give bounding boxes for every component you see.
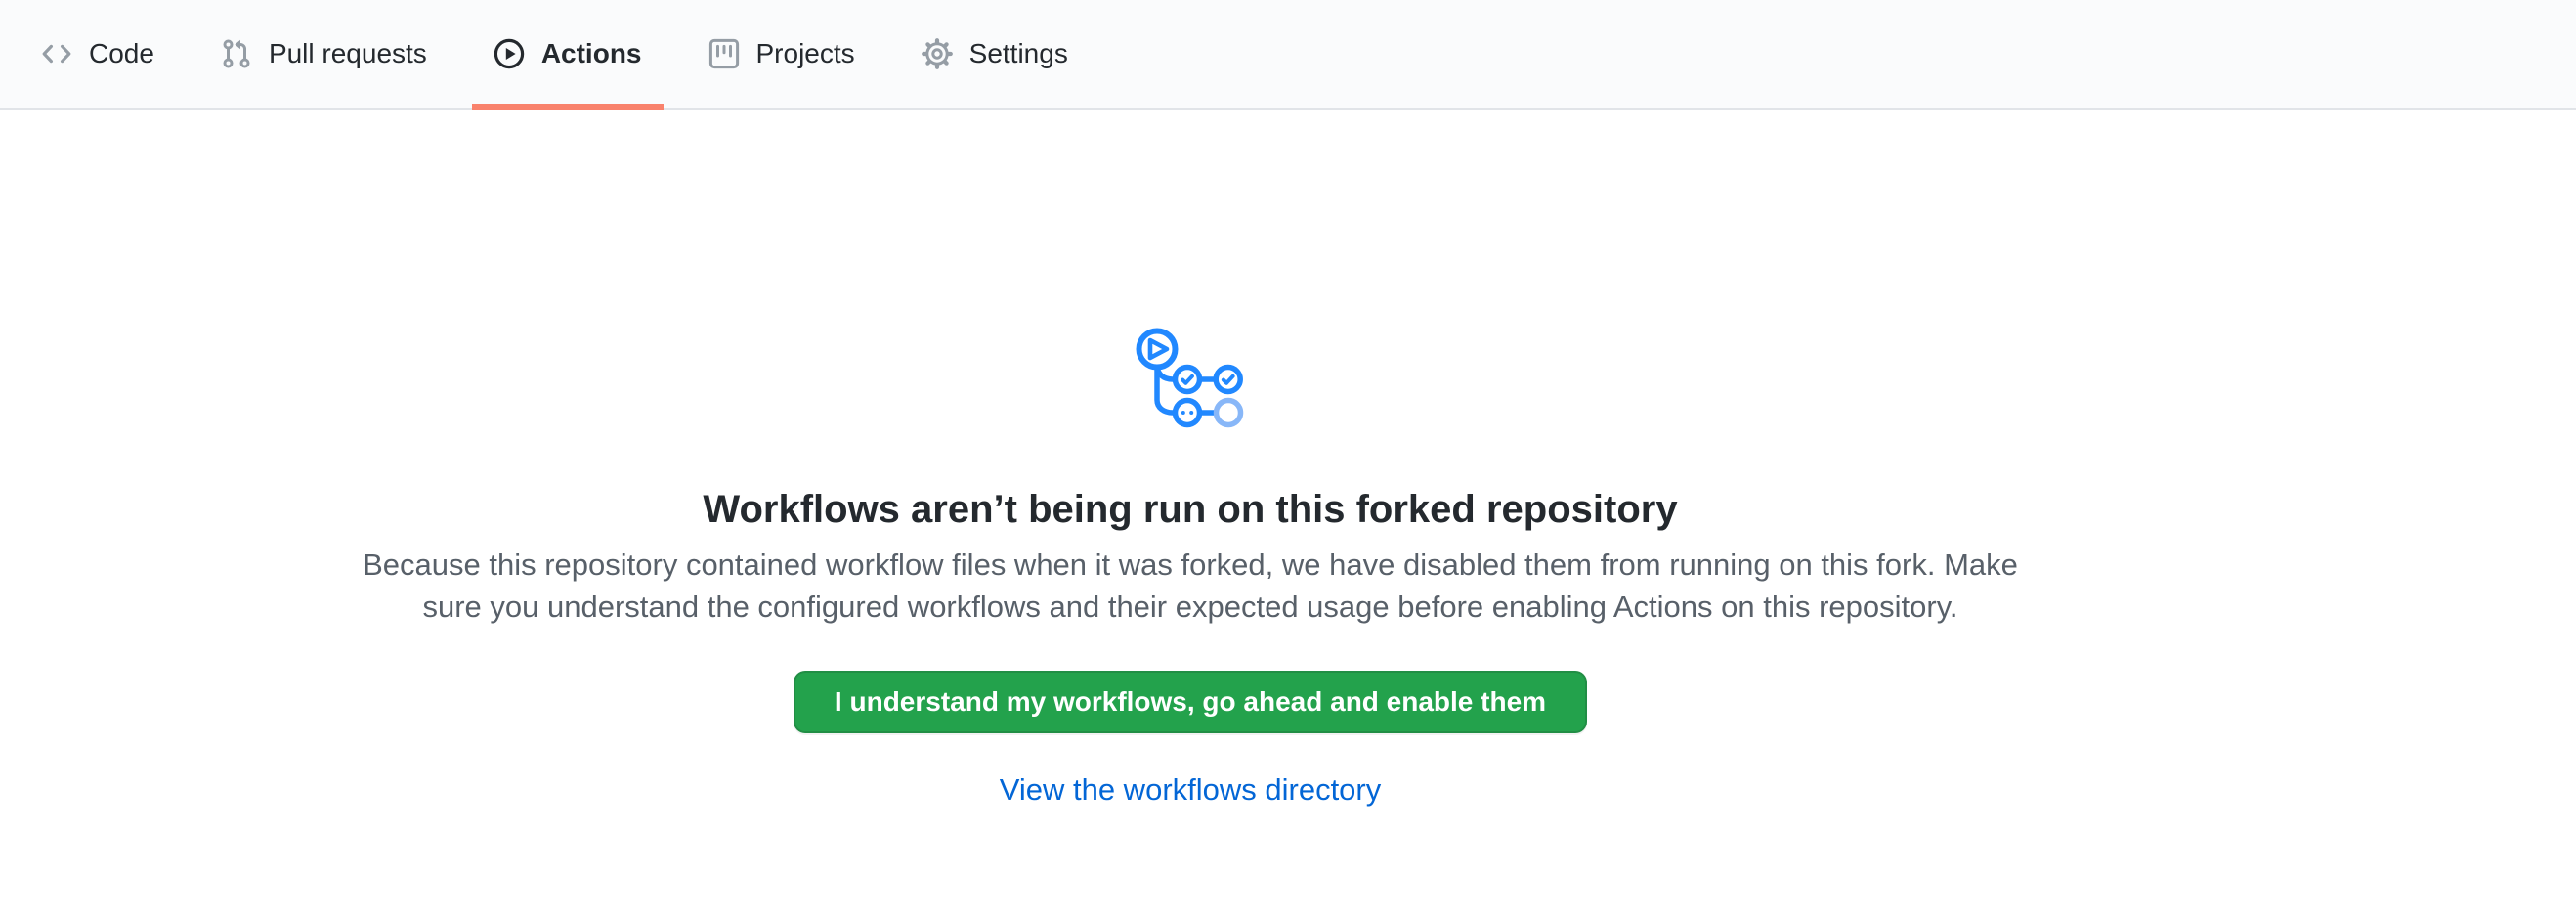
enable-workflows-button[interactable]: I understand my workflows, go ahead and … (794, 671, 1587, 733)
tab-pull-requests-label: Pull requests (269, 40, 427, 67)
workflow-graph-illustration (1136, 328, 1245, 434)
code-icon (41, 38, 72, 69)
tab-code[interactable]: Code (20, 0, 176, 108)
view-workflows-directory-link[interactable]: View the workflows directory (1000, 772, 1382, 808)
tab-settings[interactable]: Settings (900, 0, 1090, 108)
description-line-1: Because this repository contained workfl… (363, 544, 2018, 586)
blankslate-description: Because this repository contained workfl… (363, 544, 2018, 628)
repo-tab-bar: Code Pull requests Actions (0, 0, 2576, 110)
pull-request-icon (221, 38, 252, 69)
tab-code-label: Code (89, 40, 154, 67)
project-board-icon (708, 38, 740, 69)
tab-pull-requests[interactable]: Pull requests (199, 0, 449, 108)
description-line-2: sure you understand the configured workf… (363, 586, 2018, 628)
tab-actions[interactable]: Actions (472, 0, 664, 108)
page-title: Workflows aren’t being run on this forke… (703, 485, 1677, 534)
active-tab-underline (472, 104, 664, 110)
tab-actions-label: Actions (541, 40, 642, 67)
gear-icon (922, 38, 953, 69)
tab-projects[interactable]: Projects (687, 0, 877, 108)
tab-projects-label: Projects (756, 40, 855, 67)
tab-settings-label: Settings (969, 40, 1068, 67)
play-circle-icon (494, 38, 525, 69)
actions-disabled-blankslate: Workflows aren’t being run on this forke… (0, 110, 2381, 808)
